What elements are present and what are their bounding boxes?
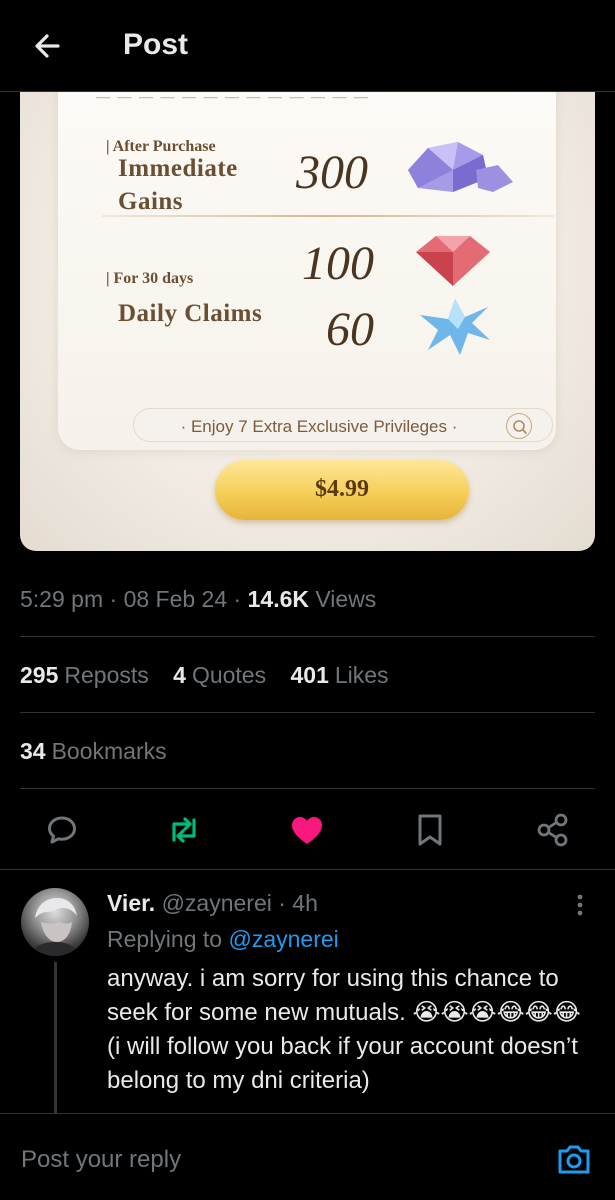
thread-line	[54, 962, 57, 1122]
price-button: $4.99	[215, 460, 469, 520]
privileges-pill: · Enjoy 7 Extra Exclusive Privileges ·	[133, 408, 553, 442]
offer-card: — — — — — — — — — — — — — | After Purcha…	[58, 70, 556, 520]
top-bar: Post	[0, 0, 615, 92]
divider	[20, 712, 595, 713]
reply-author: Vier. @zaynerei · 4h	[107, 890, 318, 917]
daily-value-1: 100	[302, 237, 374, 290]
replying-to: Replying to @zaynerei	[107, 926, 339, 952]
reply-post[interactable]: Vier. @zaynerei · 4h Replying to @zayner…	[0, 869, 615, 1122]
mention-link[interactable]: @zaynerei	[228, 926, 338, 952]
immediate-gains-value: 300	[296, 146, 368, 199]
bookmarks-stats: 34 Bookmarks	[20, 738, 185, 765]
privileges-text: · Enjoy 7 Extra Exclusive Privileges ·	[180, 417, 458, 436]
magnifier-icon	[506, 413, 532, 439]
post-date: 08 Feb 24	[123, 586, 228, 612]
divider	[102, 215, 554, 217]
post-image[interactable]: — — — — — — — — — — — — — | After Purcha…	[20, 70, 595, 551]
page-title: Post	[123, 28, 189, 61]
views-label: Views	[315, 586, 377, 612]
author-handle-time: @zaynerei · 4h	[161, 890, 318, 916]
quotes-stat[interactable]: 4 Quotes	[173, 662, 266, 689]
for-30-days-label: | For 30 days	[106, 270, 194, 287]
divider	[20, 636, 595, 637]
action-bar	[0, 800, 615, 860]
cropped-header-text: — — — — — — — — — — — — —	[96, 90, 370, 105]
share-icon[interactable]	[533, 810, 573, 850]
reply-text: anyway. i am sorry for using this chance…	[107, 965, 581, 1094]
author-name[interactable]: Vier.	[107, 890, 155, 916]
price-label: $4.99	[315, 476, 369, 502]
back-arrow-icon[interactable]	[28, 26, 68, 66]
gains-label: Gains	[118, 188, 184, 215]
likes-stat[interactable]: 401 Likes	[290, 662, 388, 689]
after-purchase-label: | After Purchase	[106, 138, 216, 155]
reply-icon[interactable]	[42, 810, 82, 850]
reply-composer: Post your reply	[0, 1113, 615, 1200]
avatar[interactable]	[21, 888, 89, 956]
post-meta: 5:29 pm · 08 Feb 24 · 14.6K Views	[20, 586, 377, 612]
bookmark-icon[interactable]	[410, 810, 450, 850]
views-count: 14.6K	[247, 586, 309, 612]
reposts-stat[interactable]: 295 Reposts	[20, 662, 149, 689]
blue-crystal-icon	[420, 299, 490, 355]
divider	[20, 788, 595, 789]
post-time: 5:29 pm	[20, 586, 104, 612]
red-gem-icon	[416, 236, 490, 286]
engagement-stats: 295 Reposts 4 Quotes 401 Likes	[20, 662, 407, 689]
camera-icon[interactable]	[556, 1142, 592, 1176]
purple-gems-icon	[408, 142, 513, 192]
bookmarks-stat[interactable]: 34 Bookmarks	[20, 738, 167, 765]
like-heart-icon[interactable]	[287, 810, 327, 850]
repost-icon[interactable]	[164, 810, 204, 850]
daily-claims-label: Daily Claims	[118, 300, 263, 327]
reply-input[interactable]: Post your reply	[21, 1146, 181, 1174]
more-options-icon[interactable]	[570, 890, 590, 920]
immediate-label: Immediate	[118, 155, 238, 182]
daily-value-2: 60	[326, 303, 374, 356]
